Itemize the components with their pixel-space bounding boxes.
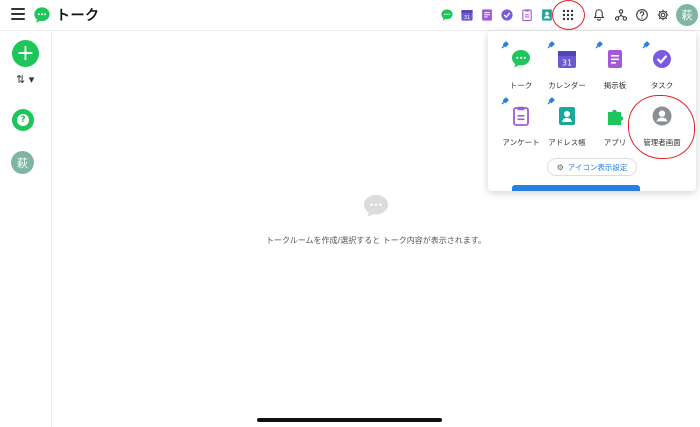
pin-icon[interactable]: [547, 41, 555, 49]
empty-state-message: トークルームを作成/選択すると トーク内容が表示されます。: [266, 236, 486, 245]
address-book-icon: [559, 107, 575, 125]
icon-display-settings-button[interactable]: ⚙ アイコン表示設定: [547, 158, 637, 176]
settings-label: アイコン表示設定: [567, 162, 628, 172]
org-icon[interactable]: [614, 8, 628, 22]
create-room-button[interactable]: +: [12, 40, 39, 67]
board-icon: [608, 50, 622, 68]
pin-icon[interactable]: [501, 97, 509, 105]
app-tile-survey[interactable]: アンケート: [497, 105, 545, 148]
pin-icon[interactable]: [595, 41, 603, 49]
pin-icon[interactable]: [642, 41, 650, 49]
help-button[interactable]: ?: [12, 109, 34, 131]
sidebar: + ⇅ ▾ ? 萩: [0, 31, 52, 427]
app-tile-talk[interactable]: トーク: [497, 48, 545, 91]
app-tile-address-book[interactable]: アドレス帳: [543, 105, 591, 148]
menu-icon[interactable]: [11, 8, 25, 20]
app-tile-board[interactable]: 掲示板: [591, 48, 639, 91]
gear-icon: ⚙: [556, 162, 564, 172]
app-tile-task[interactable]: タスク: [638, 48, 686, 91]
bell-icon[interactable]: [592, 8, 606, 22]
annotation-circle-apps: [552, 0, 585, 30]
page-title: トーク: [56, 8, 100, 24]
app-label: タスク: [650, 81, 674, 90]
task-icon: [653, 50, 671, 68]
board-icon[interactable]: [480, 8, 494, 22]
calendar-icon: 31: [558, 51, 576, 68]
panel-bottom-bar: [512, 185, 640, 191]
settings-icon[interactable]: [656, 8, 670, 22]
talk-logo-icon: [34, 7, 50, 23]
top-bar: トーク 31 萩: [0, 0, 700, 31]
app-label: 掲示板: [603, 81, 627, 90]
svg-text:31: 31: [464, 15, 470, 21]
help-icon[interactable]: [635, 8, 649, 22]
sort-button[interactable]: ⇅ ▾: [16, 73, 34, 86]
talk-icon: [512, 50, 530, 68]
calendar-icon[interactable]: 31: [460, 8, 474, 22]
user-avatar[interactable]: 萩: [676, 4, 698, 26]
room-avatar[interactable]: 萩: [11, 151, 34, 174]
survey-icon: [513, 106, 529, 126]
app-label: アンケート: [502, 138, 540, 147]
puzzle-icon: [608, 109, 624, 125]
home-indicator: [257, 418, 442, 422]
empty-talk-icon: [364, 195, 388, 217]
svg-text:31: 31: [562, 59, 572, 68]
app-tile-calendar[interactable]: 31 カレンダー: [543, 48, 591, 91]
app-label: カレンダー: [548, 81, 586, 90]
app-label: トーク: [509, 81, 533, 90]
task-icon[interactable]: [500, 8, 514, 22]
app-label: アドレス帳: [548, 138, 586, 147]
help-icon: ?: [17, 114, 29, 126]
pin-icon[interactable]: [547, 97, 555, 105]
pin-icon[interactable]: [501, 41, 509, 49]
annotation-circle-admin: [628, 95, 695, 159]
survey-icon[interactable]: [520, 8, 534, 22]
talk-icon[interactable]: [440, 8, 454, 22]
